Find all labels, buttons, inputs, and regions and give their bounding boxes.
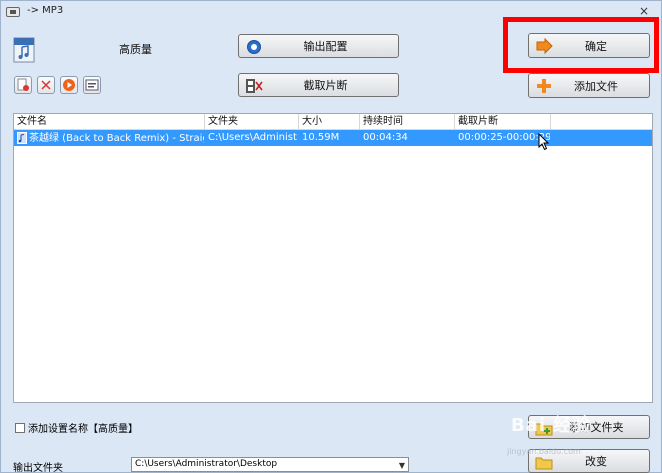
list-header: 文件名 文件夹 大小 持续时间 截取片断 [14, 114, 652, 130]
file-name-text: 茶越绿 (Back to Back Remix) - Straight Fir.… [29, 132, 204, 144]
output-folder-select[interactable]: C:\Users\Administrator\Desktop ▼ [131, 457, 409, 472]
film-scissors-icon [246, 79, 263, 93]
quality-label: 高质量 [119, 43, 152, 56]
document-remove-icon [17, 78, 29, 91]
plus-icon [537, 79, 551, 93]
play-icon [63, 79, 75, 91]
converter-window: -> MP3 × 高质量 输出配置 截取片断 确定 添加文件 文件名 文件夹 大… [0, 0, 662, 473]
close-button[interactable]: × [639, 4, 649, 18]
cell-size: 10.59M [299, 130, 360, 146]
add-setting-name-label: 添加设置名称【高质量】 [28, 424, 138, 435]
cell-file-name: 茶越绿 (Back to Back Remix) - Straight Fir.… [14, 130, 205, 146]
trim-button[interactable]: 截取片断 [238, 73, 399, 97]
mp3-file-icon [13, 37, 35, 63]
column-header[interactable]: 大小 [299, 114, 360, 130]
play-button[interactable] [60, 76, 78, 94]
add-setting-name-option[interactable]: 添加设置名称【高质量】 [15, 420, 138, 435]
add-file-button[interactable]: 添加文件 [528, 73, 650, 98]
column-header[interactable]: 文件名 [14, 114, 205, 130]
cell-folder: C:\Users\Administ... [205, 130, 299, 146]
chevron-down-icon: ▼ [398, 461, 405, 470]
watermark-logo: Bai 经验 [511, 415, 592, 436]
add-setting-name-checkbox[interactable] [15, 422, 25, 433]
folder-open-icon [535, 457, 553, 470]
clear-icon [41, 80, 51, 90]
remove-item-button[interactable] [14, 76, 32, 94]
output-folder-path: C:\Users\Administrator\Desktop [135, 459, 278, 469]
watermark-url: jingyan.baidu.com [507, 447, 581, 456]
clear-list-button[interactable] [37, 76, 55, 94]
cell-trim: 00:00:25-00:00:29 [455, 130, 551, 146]
app-icon [6, 7, 20, 17]
output-config-button[interactable]: 输出配置 [238, 34, 399, 58]
column-header[interactable]: 文件夹 [205, 114, 299, 130]
window-title: -> MP3 [27, 5, 64, 16]
output-folder-label: 输出文件夹 [13, 463, 63, 473]
table-row[interactable]: 茶越绿 (Back to Back Remix) - Straight Fir.… [14, 130, 652, 146]
info-window-icon [85, 79, 99, 91]
gear-icon [247, 40, 261, 54]
file-list[interactable]: 文件名 文件夹 大小 持续时间 截取片断 茶越绿 (Back to Back R… [13, 113, 653, 403]
list-tools [14, 76, 101, 94]
highlight-box [503, 17, 659, 73]
media-info-button[interactable] [83, 76, 101, 94]
column-header[interactable]: 截取片断 [455, 114, 551, 130]
music-note-icon [17, 132, 27, 144]
column-header[interactable]: 持续时间 [360, 114, 455, 130]
cell-duration: 00:04:34 [360, 130, 455, 146]
mouse-cursor-icon [538, 133, 550, 151]
